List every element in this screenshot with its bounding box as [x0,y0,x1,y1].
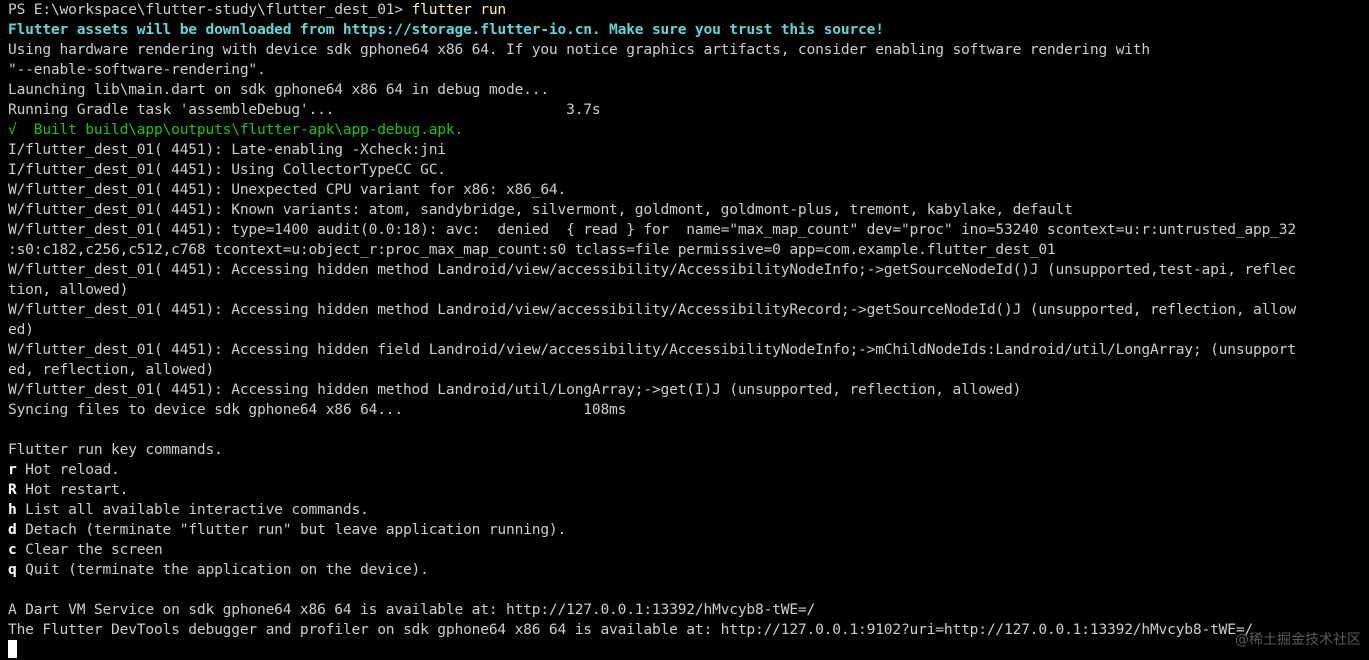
key-command-key: q [8,561,17,578]
log-line: :s0:c182,c256,c512,c768 tcontext=u:objec… [8,241,1056,258]
log-line: ed) [8,321,34,338]
log-line: W/flutter_dest_01( 4451): Accessing hidd… [8,261,1296,278]
input-line[interactable] [8,640,1369,660]
log-line: "--enable-software-rendering". [8,61,266,78]
assets-notice: Flutter assets will be downloaded from h… [8,21,884,38]
log-line: Launching lib\main.dart on sdk gphone64 … [8,81,549,98]
key-command-desc: Detach (terminate "flutter run" but leav… [16,521,567,538]
log-line: W/flutter_dest_01( 4451): Accessing hidd… [8,341,1296,358]
key-commands-list: r Hot reload. R Hot restart. h List all av… [8,460,1369,580]
key-command-key: c [8,541,17,558]
key-command-item: q Quit (terminate the application on the… [8,560,1369,580]
key-command-desc: Hot reload. [16,461,120,478]
log-line: Running Gradle task 'assembleDebug'... 3… [8,101,601,118]
log-line: I/flutter_dest_01( 4451): Using Collecto… [8,161,446,178]
key-command-key: h [8,501,17,518]
log-block-a: Using hardware rendering with device sdk… [8,40,1369,120]
key-command-desc: List all available interactive commands. [16,501,369,518]
key-command-key: R [8,481,17,498]
log-line: Syncing files to device sdk gphone64 x86… [8,401,627,418]
key-command-desc: Clear the screen [16,541,163,558]
log-line: ed, reflection, allowed) [8,361,215,378]
prompt-command: flutter run [411,1,507,18]
key-command-item: R Hot restart. [8,480,1369,500]
prompt-line: PS E:\workspace\flutter-study\flutter_de… [8,0,1369,20]
footer-block: A Dart VM Service on sdk gphone64 x86 64… [8,580,1369,640]
footer-line: A Dart VM Service on sdk gphone64 x86 64… [8,601,816,618]
watermark: @稀土掘金技术社区 [1235,632,1361,648]
footer-line [8,580,1369,600]
log-line: W/flutter_dest_01( 4451): type=1400 audi… [8,221,1296,238]
key-command-item: d Detach (terminate "flutter run" but le… [8,520,1369,540]
key-command-key: r [8,461,17,478]
log-line: I/flutter_dest_01( 4451): Late-enabling … [8,141,446,158]
log-line: tion, allowed) [8,281,129,298]
key-command-item: r Hot reload. [8,460,1369,480]
key-command-item: c Clear the screen [8,540,1369,560]
log-line: Using hardware rendering with device sdk… [8,41,1150,58]
text-cursor [8,640,17,658]
key-command-desc: Quit (terminate the application on the d… [16,561,429,578]
key-command-item: h List all available interactive command… [8,500,1369,520]
footer-line: The Flutter DevTools debugger and profil… [8,621,1253,638]
terminal-window[interactable]: PS E:\workspace\flutter-study\flutter_de… [0,0,1369,660]
log-line: W/flutter_dest_01( 4451): Unexpected CPU… [8,181,567,198]
log-line: W/flutter_dest_01( 4451): Accessing hidd… [8,381,1022,398]
log-line: Flutter run key commands. [8,441,223,458]
log-block-b: I/flutter_dest_01( 4451): Late-enabling … [8,140,1369,460]
key-command-desc: Hot restart. [16,481,129,498]
log-line: W/flutter_dest_01( 4451): Accessing hidd… [8,301,1296,318]
prompt-path: PS E:\workspace\flutter-study\flutter_de… [8,1,412,18]
log-line: W/flutter_dest_01( 4451): Known variants… [8,201,1073,218]
build-success-line: √ Built build\app\outputs\flutter-apk\ap… [8,121,464,138]
key-command-key: d [8,521,17,538]
